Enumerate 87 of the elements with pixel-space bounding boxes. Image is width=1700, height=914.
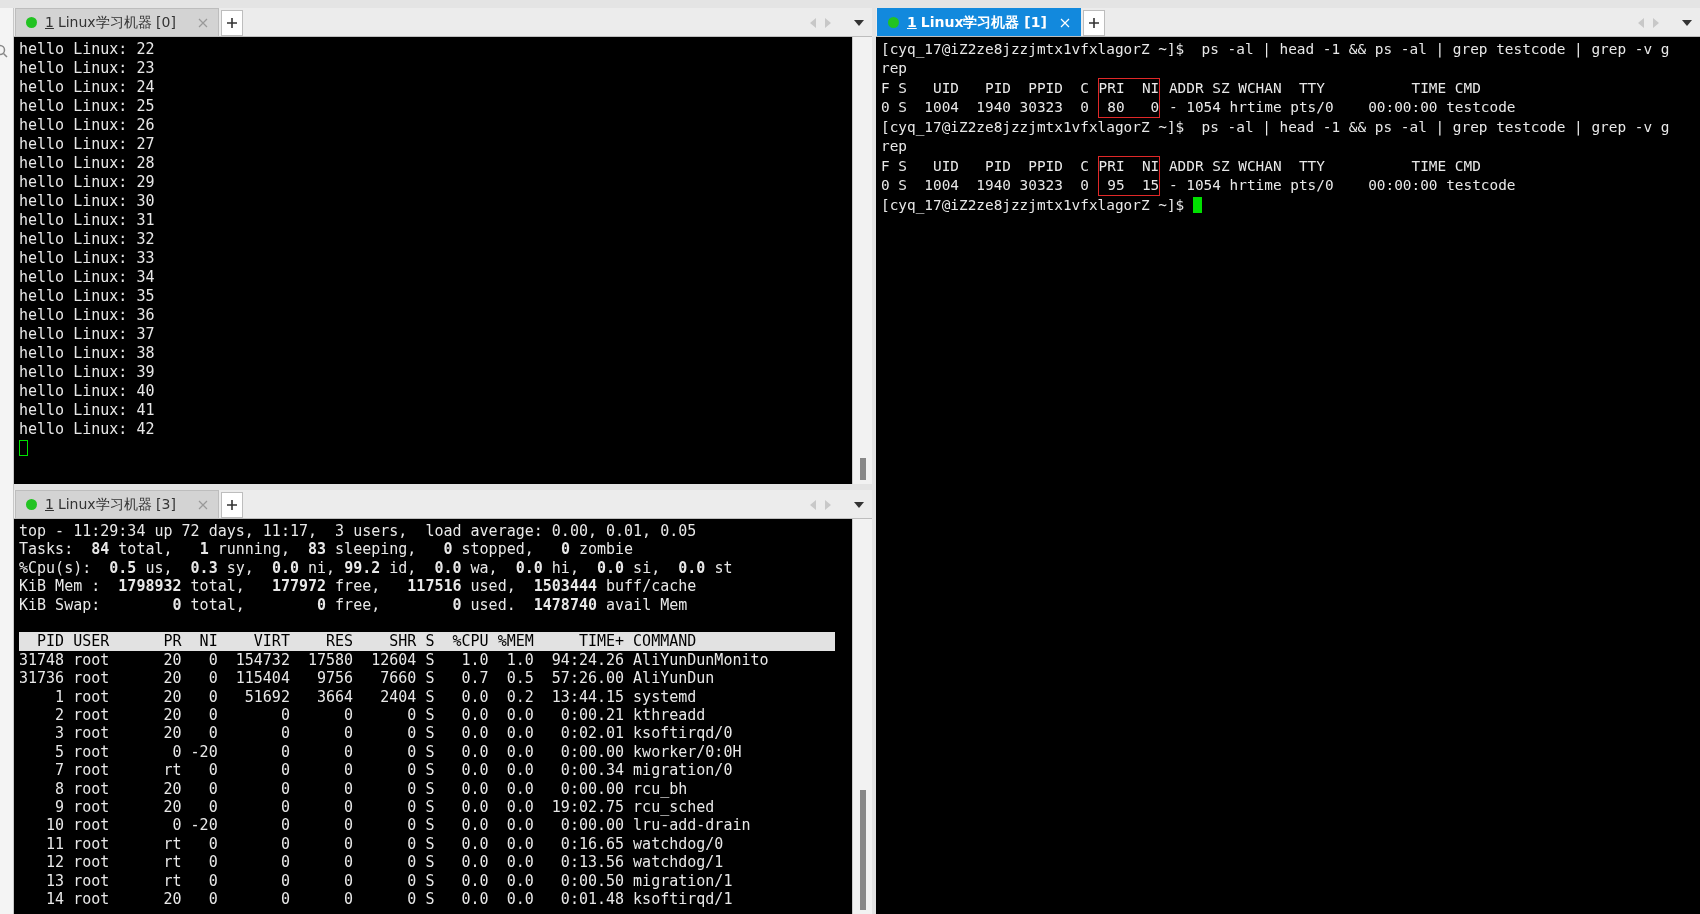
terminal-line: hello Linux: 26 <box>19 116 155 134</box>
terminal-line: rep <box>881 60 907 76</box>
terminal-line: hello Linux: 34 <box>19 268 155 286</box>
terminal-line: [cyq_17@iZ2ze8jzzjmtx1vfxlagorZ ~]$ <box>881 197 1186 213</box>
new-tab-button[interactable] <box>1083 10 1105 36</box>
scrollbar-thumb[interactable] <box>860 458 866 480</box>
table-row-text: 2 root 20 0 0 0 0 S 0.0 0.0 0:00.21 kthreadd <box>54 706 706 725</box>
highlighted-text: 80 0 <box>1097 98 1161 118</box>
terminal-text: - 1054 hrtime pts/0 00:00:00 testcode <box>1167 99 1516 115</box>
table-row: 31736 root 20 0 115404 9756 7660 S 0.7 0.5 57:26.00 AliYunDun <box>19 669 715 688</box>
table-row-text: 9 root 20 0 0 0 0 S 0.0 0.0 19:02.75 rcu_sched <box>54 798 715 817</box>
cursor <box>19 440 28 456</box>
new-tab-button[interactable] <box>221 10 243 36</box>
new-tab-button[interactable] <box>221 492 243 518</box>
plus-icon <box>226 499 238 511</box>
terminal-line: [cyq_17@iZ2ze8jzzjmtx1vfxlagorZ ~]$ ps -al | head -1 && ps -al | grep testcode | grep -v g <box>881 119 1670 135</box>
terminal-line: hello Linux: 36 <box>19 306 155 324</box>
table-header: PID USER PR NI VIRT RES SHR S %CPU %MEM TIME+ COMMAND <box>19 632 835 651</box>
table-row-text: 12 root rt 0 0 0 0 S 0.0 0.0 0:13.56 watchdog/1 <box>45 853 724 872</box>
tab[interactable]: 1 Linux学习机器 [3] <box>15 490 219 518</box>
terminal-line: hello Linux: 28 <box>19 154 155 172</box>
tab[interactable]: 1 Linux学习机器 [0] <box>15 8 219 36</box>
left-arrow-icon[interactable] <box>1638 18 1645 28</box>
plus-icon <box>226 17 238 29</box>
terminal-line: hello Linux: 30 <box>19 192 155 210</box>
table-row-text: 5 root 0 -20 0 0 0 S 0.0 0.0 0:00.00 kworker/0:0H <box>54 742 742 761</box>
table-row-text: 1 root 20 0 51692 3664 2404 S 0.0 0.2 13:44.15 systemd <box>54 687 697 706</box>
terminal-line: hello Linux: 38 <box>19 344 155 362</box>
cursor <box>1192 197 1202 213</box>
status-dot-icon <box>888 17 899 28</box>
terminal-line: KiB Swap: 0 total, 0 free, 0 used. 1478740 avail Mem <box>19 595 688 614</box>
table-row-text: 11 root rt 0 0 0 0 S 0.0 0.0 0:16.65 watchdog/0 <box>45 834 724 853</box>
terminal-line: %Cpu(s): 0.5 us, 0.3 sy, 0.0 ni, 99.2 id, 0.0 wa, 0.0 hi, 0.0 si, 0.0 st <box>19 558 733 577</box>
table-row-text: 7 root rt 0 0 0 0 S 0.0 0.0 0:00.34 migration/0 <box>54 761 733 780</box>
close-icon[interactable] <box>198 499 208 510</box>
table-row: 31748 root 20 0 154732 17580 12604 S 1.0 1.0 94:24.26 AliYunDunMonito <box>19 650 769 669</box>
right-arrow-icon[interactable] <box>1653 18 1660 28</box>
terminal-line: hello Linux: 35 <box>19 287 155 305</box>
left-arrow-icon[interactable] <box>810 500 817 510</box>
terminal-line: hello Linux: 29 <box>19 173 155 191</box>
terminal-text: ADDR SZ WCHAN TTY TIME CMD <box>1167 80 1481 96</box>
right-arrow-icon[interactable] <box>825 500 832 510</box>
terminal-text: 0 S 1004 1940 30323 0 <box>881 99 1090 115</box>
plus-icon <box>1088 17 1100 29</box>
terminal-line: hello Linux: 37 <box>19 325 155 343</box>
scrollbar-thumb[interactable] <box>860 790 866 910</box>
terminal-line: [cyq_17@iZ2ze8jzzjmtx1vfxlagorZ ~]$ ps -al | head -1 && ps -al | grep testcode | grep -v g <box>881 41 1670 57</box>
terminal-text: F S UID PID PPID C <box>881 158 1090 174</box>
scrollbar[interactable] <box>852 519 872 914</box>
highlighted-text: 95 15 <box>1097 176 1161 196</box>
table-row-text: 13 root rt 0 0 0 0 S 0.0 0.0 0:00.50 migration/1 <box>45 871 733 890</box>
close-icon[interactable] <box>198 17 208 28</box>
terminal-line: top - 11:29:34 up 72 days, 11:17, 3 users, load average: 0.00, 0.01, 0.05 <box>19 522 697 540</box>
terminal-line: hello Linux: 32 <box>19 230 155 248</box>
terminal-line: hello Linux: 31 <box>19 211 155 229</box>
dropdown-icon[interactable] <box>854 20 864 26</box>
highlighted-text: PRI NI <box>1097 156 1161 176</box>
right-arrow-icon[interactable] <box>825 18 832 28</box>
terminal-line: hello Linux: 33 <box>19 249 155 267</box>
scrollbar[interactable] <box>852 37 872 484</box>
terminal-line: hello Linux: 42 <box>19 420 155 438</box>
terminal-text: 0 S 1004 1940 30323 0 <box>881 177 1090 193</box>
table-row-text: 14 root 20 0 0 0 0 S 0.0 0.0 0:01.48 ksoftirqd/1 <box>45 890 733 909</box>
status-dot-icon <box>26 17 37 28</box>
terminal-line: hello Linux: 27 <box>19 135 155 153</box>
tab[interactable]: 1 Linux学习机器 [1] <box>877 8 1081 36</box>
terminal-line: hello Linux: 41 <box>19 401 155 419</box>
terminal-text: ADDR SZ WCHAN TTY TIME CMD <box>1167 158 1481 174</box>
left-arrow-icon[interactable] <box>810 18 817 28</box>
terminal-line: Tasks: 84 total, 1 running, 83 sleeping, 0 stopped, 0 zombie <box>19 540 634 559</box>
terminal-line: hello Linux: 25 <box>19 97 155 115</box>
table-row-text: 8 root 20 0 0 0 0 S 0.0 0.0 0:00.00 rcu_bh <box>54 779 688 798</box>
terminal-text: F S UID PID PPID C <box>881 80 1090 96</box>
status-dot-icon <box>26 499 37 510</box>
dropdown-icon[interactable] <box>854 502 864 508</box>
terminal-line: hello Linux: 39 <box>19 363 155 381</box>
terminal-line: hello Linux: 40 <box>19 382 155 400</box>
terminal-line: hello Linux: 24 <box>19 78 155 96</box>
table-row-text: 10 root 0 -20 0 0 0 S 0.0 0.0 0:00.00 lru-add-drain <box>45 816 751 835</box>
highlighted-text: PRI NI <box>1097 78 1161 98</box>
terminal-line: hello Linux: 22 <box>19 40 155 58</box>
terminal-line: rep <box>881 138 907 154</box>
dropdown-icon[interactable] <box>1682 20 1692 26</box>
table-row-text: 3 root 20 0 0 0 0 S 0.0 0.0 0:02.01 ksoftirqd/0 <box>54 724 733 743</box>
terminal-line: KiB Mem : 1798932 total, 177972 free, 117516 used, 1503444 buff/cache <box>19 577 697 596</box>
terminal-line: hello Linux: 23 <box>19 59 155 77</box>
terminal-text: - 1054 hrtime pts/0 00:00:00 testcode <box>1167 177 1516 193</box>
